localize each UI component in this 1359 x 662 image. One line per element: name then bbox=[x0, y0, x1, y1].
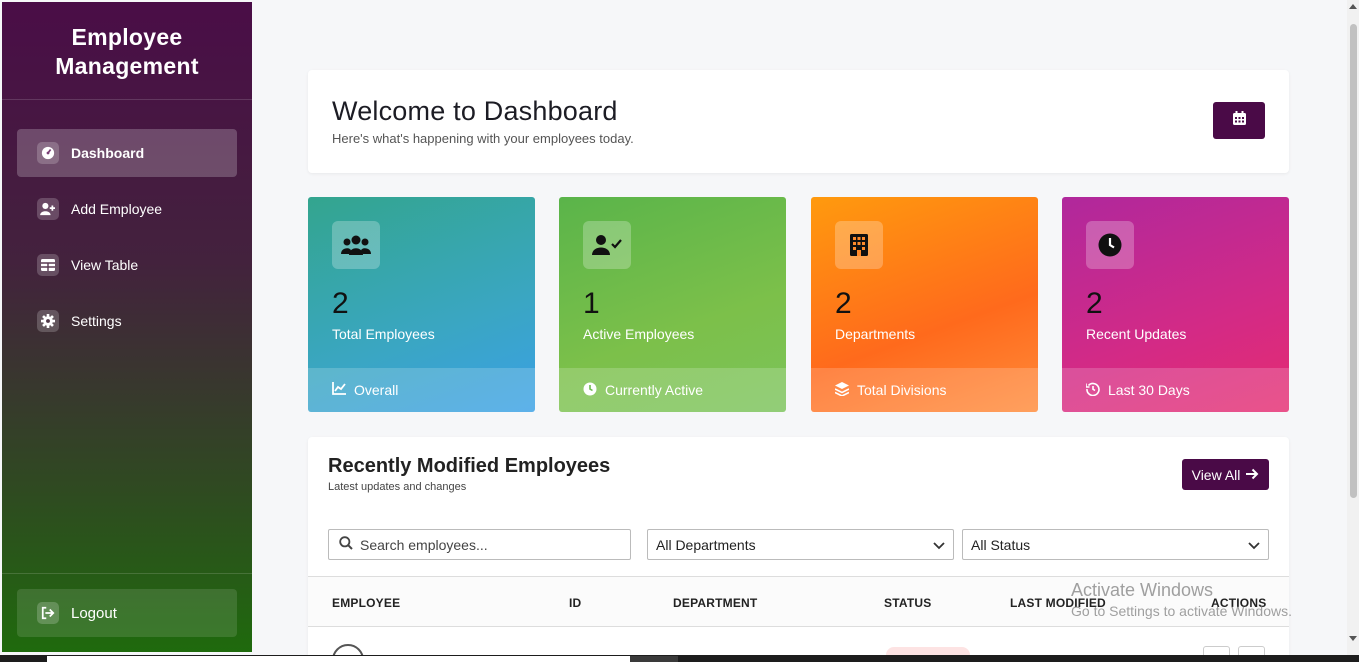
gear-icon bbox=[37, 310, 59, 332]
main-content: Welcome to Dashboard Here's what's happe… bbox=[252, 0, 1347, 662]
calendar-icon bbox=[1232, 111, 1246, 130]
history-icon bbox=[1085, 382, 1108, 399]
stat-label: Total Employees bbox=[332, 326, 435, 342]
stat-footer-label: Overall bbox=[354, 382, 399, 398]
sidebar: Employee Management Dashboard Add Employ… bbox=[2, 2, 252, 652]
department-filter-select[interactable]: All Departments bbox=[647, 529, 954, 560]
welcome-panel: Welcome to Dashboard Here's what's happe… bbox=[308, 70, 1289, 173]
brand-line-1: Employee bbox=[71, 23, 183, 50]
search-input[interactable]: Search employees... bbox=[328, 529, 631, 560]
stat-footer: Total Divisions bbox=[811, 368, 1038, 412]
scroll-up-arrow-icon[interactable] bbox=[1349, 4, 1357, 9]
stat-footer: Currently Active bbox=[559, 368, 786, 412]
search-placeholder: Search employees... bbox=[360, 536, 488, 553]
view-all-label: View All bbox=[1191, 466, 1241, 483]
logout-button[interactable]: Logout bbox=[17, 589, 237, 637]
column-header-department[interactable]: DEPARTMENT bbox=[673, 596, 757, 610]
stat-card-recent-updates[interactable]: 2 Recent Updates Last 30 Days bbox=[1062, 197, 1289, 412]
clock-icon bbox=[583, 382, 605, 399]
taskbar bbox=[0, 655, 1359, 662]
column-header-status[interactable]: STATUS bbox=[884, 596, 931, 610]
calendar-button[interactable] bbox=[1213, 102, 1265, 139]
stat-label: Active Employees bbox=[583, 326, 695, 342]
logout-label: Logout bbox=[71, 604, 117, 622]
page-subtitle: Here's what's happening with your employ… bbox=[332, 131, 634, 146]
brand-title: Employee Management bbox=[2, 2, 252, 100]
stat-footer-label: Total Divisions bbox=[857, 382, 947, 398]
status-filter-value: All Status bbox=[971, 536, 1031, 553]
section-title: Recently Modified Employees bbox=[328, 455, 611, 477]
chevron-down-icon bbox=[933, 537, 945, 553]
view-all-button[interactable]: View All bbox=[1182, 459, 1269, 490]
department-filter-value: All Departments bbox=[656, 536, 756, 553]
app-window: Employee Management Dashboard Add Employ… bbox=[0, 0, 1359, 662]
sidebar-item-label: View Table bbox=[71, 257, 139, 273]
recent-employees-panel: Recently Modified Employees Latest updat… bbox=[308, 437, 1289, 662]
stat-card-total-employees[interactable]: 2 Total Employees Overall bbox=[308, 197, 535, 412]
user-plus-icon bbox=[37, 198, 59, 220]
search-icon bbox=[339, 536, 360, 553]
building-icon bbox=[835, 221, 883, 269]
brand-line-2: Management bbox=[55, 52, 199, 79]
column-header-employee[interactable]: EMPLOYEE bbox=[332, 596, 400, 610]
stat-value: 2 bbox=[332, 287, 349, 320]
sidebar-item-settings[interactable]: Settings bbox=[17, 297, 237, 345]
stat-label: Recent Updates bbox=[1086, 326, 1187, 342]
dashboard-icon bbox=[37, 142, 59, 164]
sidebar-footer: Logout bbox=[2, 573, 252, 652]
section-subtitle: Latest updates and changes bbox=[328, 481, 467, 493]
sidebar-nav: Dashboard Add Employee View Table Settin… bbox=[17, 129, 237, 353]
stat-label: Departments bbox=[835, 326, 916, 342]
sidebar-item-label: Add Employee bbox=[71, 201, 163, 217]
watermark-line-1: Activate Windows bbox=[1071, 580, 1214, 600]
stat-footer: Overall bbox=[308, 368, 535, 412]
clock-icon bbox=[1086, 221, 1134, 269]
stat-card-departments[interactable]: 2 Departments Total Divisions bbox=[811, 197, 1038, 412]
layers-icon bbox=[834, 381, 857, 399]
scrollbar-thumb[interactable] bbox=[1350, 24, 1357, 498]
arrow-right-icon bbox=[1240, 467, 1259, 483]
user-check-icon bbox=[583, 221, 631, 269]
stat-footer-label: Last 30 Days bbox=[1108, 382, 1190, 398]
table-icon bbox=[37, 254, 59, 276]
sidebar-item-label: Settings bbox=[71, 313, 122, 329]
taskbar-search-box[interactable] bbox=[47, 656, 630, 662]
windows-activation-watermark: Activate Windows Go to Settings to activ… bbox=[1071, 580, 1292, 619]
stat-value: 2 bbox=[1086, 287, 1103, 320]
users-icon bbox=[332, 221, 380, 269]
stat-value: 1 bbox=[583, 287, 600, 320]
page-title: Welcome to Dashboard bbox=[332, 96, 618, 126]
chevron-down-icon bbox=[1248, 537, 1260, 553]
sidebar-item-view-table[interactable]: View Table bbox=[17, 241, 237, 289]
sidebar-item-add-employee[interactable]: Add Employee bbox=[17, 185, 237, 233]
sidebar-item-label: Dashboard bbox=[71, 145, 145, 161]
stat-value: 2 bbox=[835, 287, 852, 320]
taskbar-app-button[interactable] bbox=[630, 656, 678, 662]
stat-footer-label: Currently Active bbox=[605, 382, 704, 398]
stats-cards: 2 Total Employees Overall 1 Active Emplo… bbox=[308, 197, 1289, 412]
chart-line-icon bbox=[332, 382, 354, 398]
page-scrollbar[interactable] bbox=[1347, 0, 1359, 662]
stat-card-active-employees[interactable]: 1 Active Employees Currently Active bbox=[559, 197, 786, 412]
sidebar-item-dashboard[interactable]: Dashboard bbox=[17, 129, 237, 177]
status-filter-select[interactable]: All Status bbox=[962, 529, 1269, 560]
logout-icon bbox=[37, 602, 59, 624]
column-header-id[interactable]: ID bbox=[569, 596, 581, 610]
scroll-down-arrow-icon[interactable] bbox=[1349, 636, 1357, 641]
watermark-line-2: Go to Settings to activate Windows. bbox=[1071, 603, 1292, 619]
stat-footer: Last 30 Days bbox=[1062, 368, 1289, 412]
